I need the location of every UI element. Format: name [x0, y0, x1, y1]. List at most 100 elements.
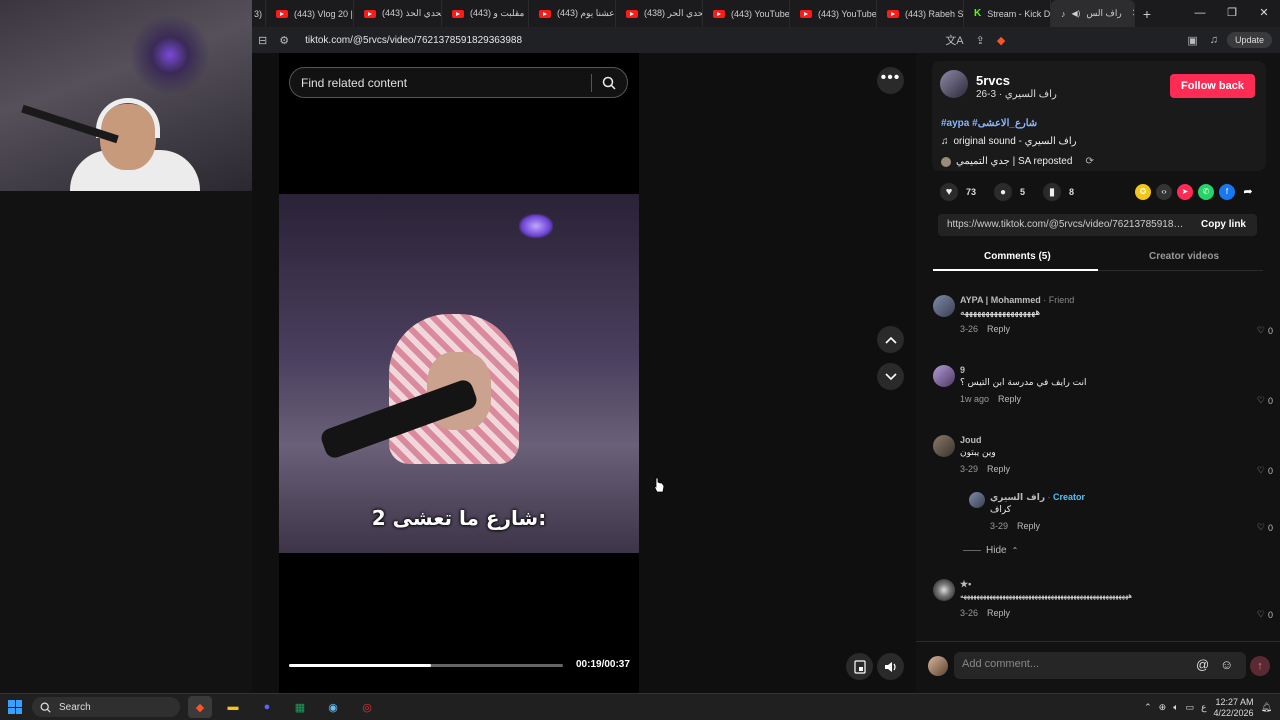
browser-tab[interactable]: (443) YouTube — [790, 0, 877, 27]
comment-input[interactable] — [962, 658, 1182, 670]
save-button[interactable]: ▮ — [1043, 183, 1062, 201]
like-count: 73 — [966, 187, 977, 197]
brave-taskbar-icon[interactable]: ◆ — [188, 696, 212, 718]
battery-icon[interactable]: ▭ — [1186, 702, 1195, 713]
comment-avatar[interactable] — [933, 435, 955, 457]
comment-like-button[interactable]: ♡ 0 — [1257, 395, 1273, 406]
comment-button[interactable]: ● — [994, 183, 1013, 201]
browser-tab[interactable]: K Stream - Kick D — [964, 0, 1051, 27]
clock[interactable]: 12:27 AM 4/22/2026 — [1214, 697, 1254, 719]
reply-button[interactable]: Reply — [998, 394, 1021, 404]
taskbar-search[interactable]: Search — [32, 697, 180, 717]
close-window-icon[interactable]: ✕ — [1248, 0, 1280, 27]
like-button[interactable]: ♥ — [940, 183, 958, 201]
hide-replies-button[interactable]: Hide ⌃ — [963, 545, 1018, 556]
new-tab-button[interactable]: + — [1135, 6, 1159, 22]
browser-tab-active[interactable]: ♪◀)راف الس✕ — [1051, 0, 1135, 27]
browser-tab[interactable]: (443) مقلبت و — [442, 0, 529, 27]
comment-author[interactable]: AYPA | Mohammed · Friend — [960, 295, 1074, 305]
browser-tab[interactable]: (443) عشنا يوم — [529, 0, 616, 27]
discord-icon[interactable]: ● — [255, 696, 279, 718]
tab-comments[interactable]: Comments (5) — [984, 251, 1051, 262]
browser-tab[interactable]: 3) — [252, 0, 266, 27]
reply-button[interactable]: Reply — [1017, 521, 1040, 531]
sidebar-icon[interactable]: ▣ — [1181, 34, 1203, 47]
comment-like-button[interactable]: ♡ 0 — [1257, 465, 1273, 476]
obs-icon[interactable]: ◎ — [355, 696, 379, 718]
brave-shield-icon[interactable]: ◆ — [991, 34, 1011, 47]
comment-author[interactable]: Joud — [960, 435, 982, 445]
mention-icon[interactable]: @ — [1196, 657, 1209, 672]
comment-avatar[interactable] — [969, 492, 985, 508]
copy-link-button[interactable]: Copy link — [1201, 219, 1246, 230]
reply-button[interactable]: Reply — [987, 324, 1010, 334]
site-info-icon[interactable]: ⚙ — [273, 34, 295, 47]
tab-creator-videos[interactable]: Creator videos — [1149, 251, 1219, 262]
comment-author[interactable]: راف السيري · Creator — [990, 492, 1085, 503]
facebook-icon[interactable]: f — [1219, 184, 1235, 200]
browser-tab[interactable]: (438) تحدي الحر — [616, 0, 703, 27]
friends-share-icon[interactable]: ✪ — [1135, 184, 1151, 200]
browser-tab[interactable]: (443) YouTube — [703, 0, 790, 27]
save-count: 8 — [1069, 187, 1075, 197]
notification-bell-icon[interactable]: 🔔︎ — [1261, 702, 1272, 713]
comment-avatar[interactable] — [933, 579, 955, 601]
send-comment-button[interactable]: ↑ — [1250, 656, 1270, 676]
minimize-icon[interactable]: — — [1184, 0, 1216, 27]
update-button[interactable]: Update — [1226, 32, 1272, 48]
user-avatar[interactable] — [928, 656, 948, 676]
comment-like-button[interactable]: ♡ 0 — [1257, 609, 1273, 620]
hashtags[interactable]: #aypa #شارع_الاعشى — [941, 118, 1037, 129]
comment-like-count: 0 — [1267, 465, 1273, 476]
comment-date: 3-29 — [960, 464, 979, 474]
embed-icon[interactable]: ‹› — [1156, 184, 1172, 200]
search-input[interactable] — [301, 75, 591, 90]
maximize-icon[interactable]: ❐ — [1216, 0, 1248, 27]
file-explorer-icon[interactable]: ▬ — [221, 696, 245, 718]
comment-author[interactable]: ★• — [960, 579, 971, 590]
send-icon[interactable]: ➤ — [1177, 184, 1193, 200]
creator-username[interactable]: 5rvcs — [976, 73, 1010, 88]
next-video-button[interactable] — [877, 363, 904, 390]
tray-apps-icon[interactable]: ⌃ — [1144, 702, 1152, 713]
youtube-icon — [452, 9, 464, 18]
comment-like-button[interactable]: ♡ 0 — [1257, 522, 1273, 533]
whatsapp-icon[interactable]: ✆ — [1198, 184, 1214, 200]
video-purple-light — [519, 214, 553, 238]
bookmark-icon[interactable]: ⊟ — [252, 34, 273, 47]
comment-avatar[interactable] — [933, 365, 955, 387]
video-progress-bar[interactable] — [289, 664, 563, 667]
video-link[interactable]: https://www.tiktok.com/@5rvcs/video/7621… — [947, 219, 1187, 230]
search-icon[interactable] — [592, 76, 626, 90]
steam-icon[interactable]: ◉ — [321, 696, 345, 718]
url-field[interactable]: tiktok.com/@5rvcs/video/7621378591829363… — [305, 35, 522, 46]
previous-video-button[interactable] — [877, 326, 904, 353]
sound-row[interactable]: ♫ original sound - راف السيري — [941, 136, 1077, 147]
share-page-icon[interactable]: ⇪ — [970, 34, 991, 47]
network-icon[interactable]: ⊕ — [1159, 702, 1167, 713]
pip-button[interactable] — [846, 653, 873, 680]
browser-tab[interactable]: (443) Vlog 20 | — [266, 0, 354, 27]
emoji-icon[interactable]: ☺ — [1220, 657, 1233, 672]
comment-meta: 3-26 Reply — [960, 608, 1010, 618]
volume-icon[interactable]: 🔈︎ — [1173, 702, 1178, 713]
reply-button[interactable]: Reply — [987, 608, 1010, 618]
music-note-icon: ♫ — [941, 136, 949, 147]
creator-avatar[interactable] — [940, 70, 968, 98]
windows-start-icon[interactable] — [8, 700, 22, 714]
media-icon[interactable]: ♫ — [1204, 34, 1224, 46]
share-arrow-icon[interactable]: ➦ — [1240, 184, 1256, 200]
reply-button[interactable]: Reply — [987, 464, 1010, 474]
more-options-button[interactable]: ••• — [877, 67, 904, 94]
browser-tab[interactable]: (443) تحدي الحذ — [354, 0, 442, 27]
comment-author[interactable]: 9 — [960, 365, 965, 375]
language-icon[interactable]: ع — [1201, 702, 1206, 713]
follow-back-button[interactable]: Follow back — [1170, 74, 1255, 98]
video-player[interactable]: شارع ما تعشى 2: 00:19/00:37 — [279, 53, 639, 693]
translate-icon[interactable]: 文A — [939, 32, 969, 48]
comment-avatar[interactable] — [933, 295, 955, 317]
browser-tab[interactable]: (443) Rabeh Sa — [877, 0, 964, 27]
excel-icon[interactable]: ▦ — [288, 696, 312, 718]
comment-like-button[interactable]: ♡ 0 — [1257, 325, 1273, 336]
volume-button[interactable] — [877, 653, 904, 680]
